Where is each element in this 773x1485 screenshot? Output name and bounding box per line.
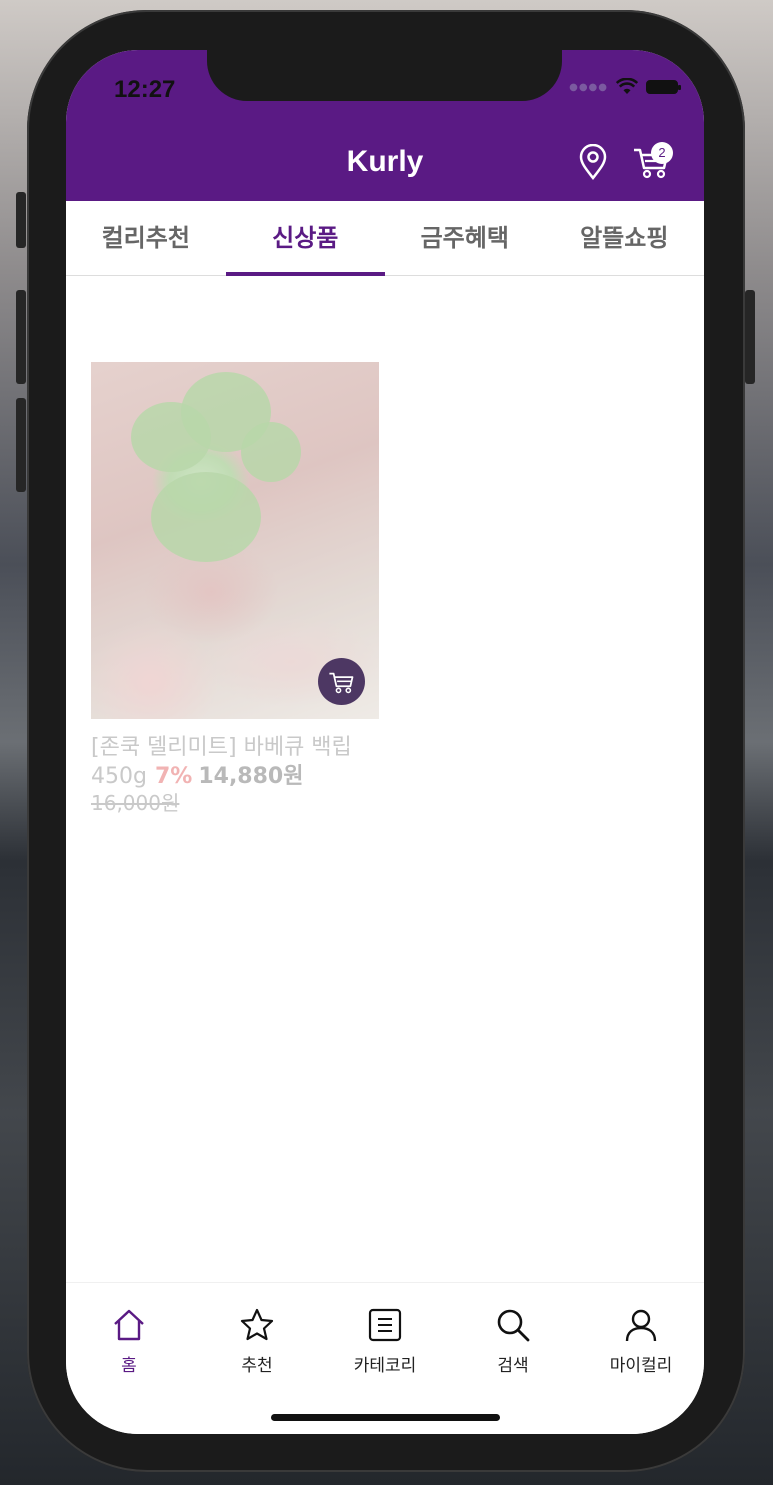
nav-my-kurly-label: 마이컬리 [609, 1356, 673, 1376]
product-info: [존쿡 델리미트] 바베큐 백립 450g 7% 14,880원 [91, 733, 379, 791]
nav-my-kurly[interactable]: 마이컬리 [586, 1307, 696, 1376]
wifi-icon [616, 78, 638, 94]
status-time: 12:27 [114, 76, 176, 103]
nav-recommend[interactable]: 추천 [202, 1307, 312, 1376]
nav-category[interactable]: 카테코리 [330, 1307, 440, 1376]
mute-switch [16, 192, 26, 248]
volume-up-button [16, 290, 26, 384]
app-title: Kurly [346, 145, 424, 178]
power-button [745, 290, 755, 384]
search-icon [497, 1309, 530, 1342]
cart-count-badge: 2 [651, 142, 673, 164]
nav-recommend-label: 추천 [241, 1356, 273, 1376]
location-pin-icon[interactable] [578, 144, 608, 180]
nav-category-label: 카테코리 [353, 1356, 417, 1376]
tab-recommend[interactable]: 컬리추천 [66, 201, 226, 275]
app-screen: 12:27 ●●●● Kurly 2 컬리추천 신상품 금주혜택 알뜰쇼핑 [존… [66, 50, 704, 1434]
nav-search-label: 검색 [497, 1356, 529, 1376]
nav-search[interactable]: 검색 [458, 1307, 568, 1376]
app-header: 12:27 ●●●● Kurly 2 [66, 50, 704, 201]
bottom-navigation: 홈 추천 카테코리 검색 마이컬리 [66, 1282, 704, 1434]
battery-icon [646, 80, 681, 94]
notch [207, 50, 562, 101]
product-card[interactable]: [존쿡 델리미트] 바베큐 백립 450g 7% 14,880원 16,000원 [91, 362, 379, 815]
shopping-cart-icon [328, 672, 353, 693]
star-icon [240, 1308, 274, 1341]
nav-home-label: 홈 [121, 1356, 137, 1376]
tab-bargain-shopping[interactable]: 알뜰쇼핑 [545, 201, 705, 275]
category-tabs: 컬리추천 신상품 금주혜택 알뜰쇼핑 [66, 201, 704, 276]
sale-price: 14,880원 [198, 764, 304, 789]
volume-down-button [16, 398, 26, 492]
nav-home[interactable]: 홈 [74, 1307, 184, 1376]
status-icons: ●●●● [569, 78, 681, 96]
add-to-cart-button[interactable] [318, 658, 365, 705]
product-image[interactable] [91, 362, 379, 719]
discount-rate: 7% [154, 764, 193, 789]
tab-new-products[interactable]: 신상품 [225, 201, 386, 276]
category-list-icon [368, 1308, 402, 1342]
signal-dots-icon: ●●●● [569, 81, 608, 93]
tab-weekly-benefits[interactable]: 금주혜택 [385, 201, 545, 275]
home-indicator[interactable] [271, 1414, 500, 1421]
user-icon [625, 1309, 657, 1342]
home-icon [114, 1309, 144, 1341]
original-price: 16,000원 [91, 791, 180, 815]
